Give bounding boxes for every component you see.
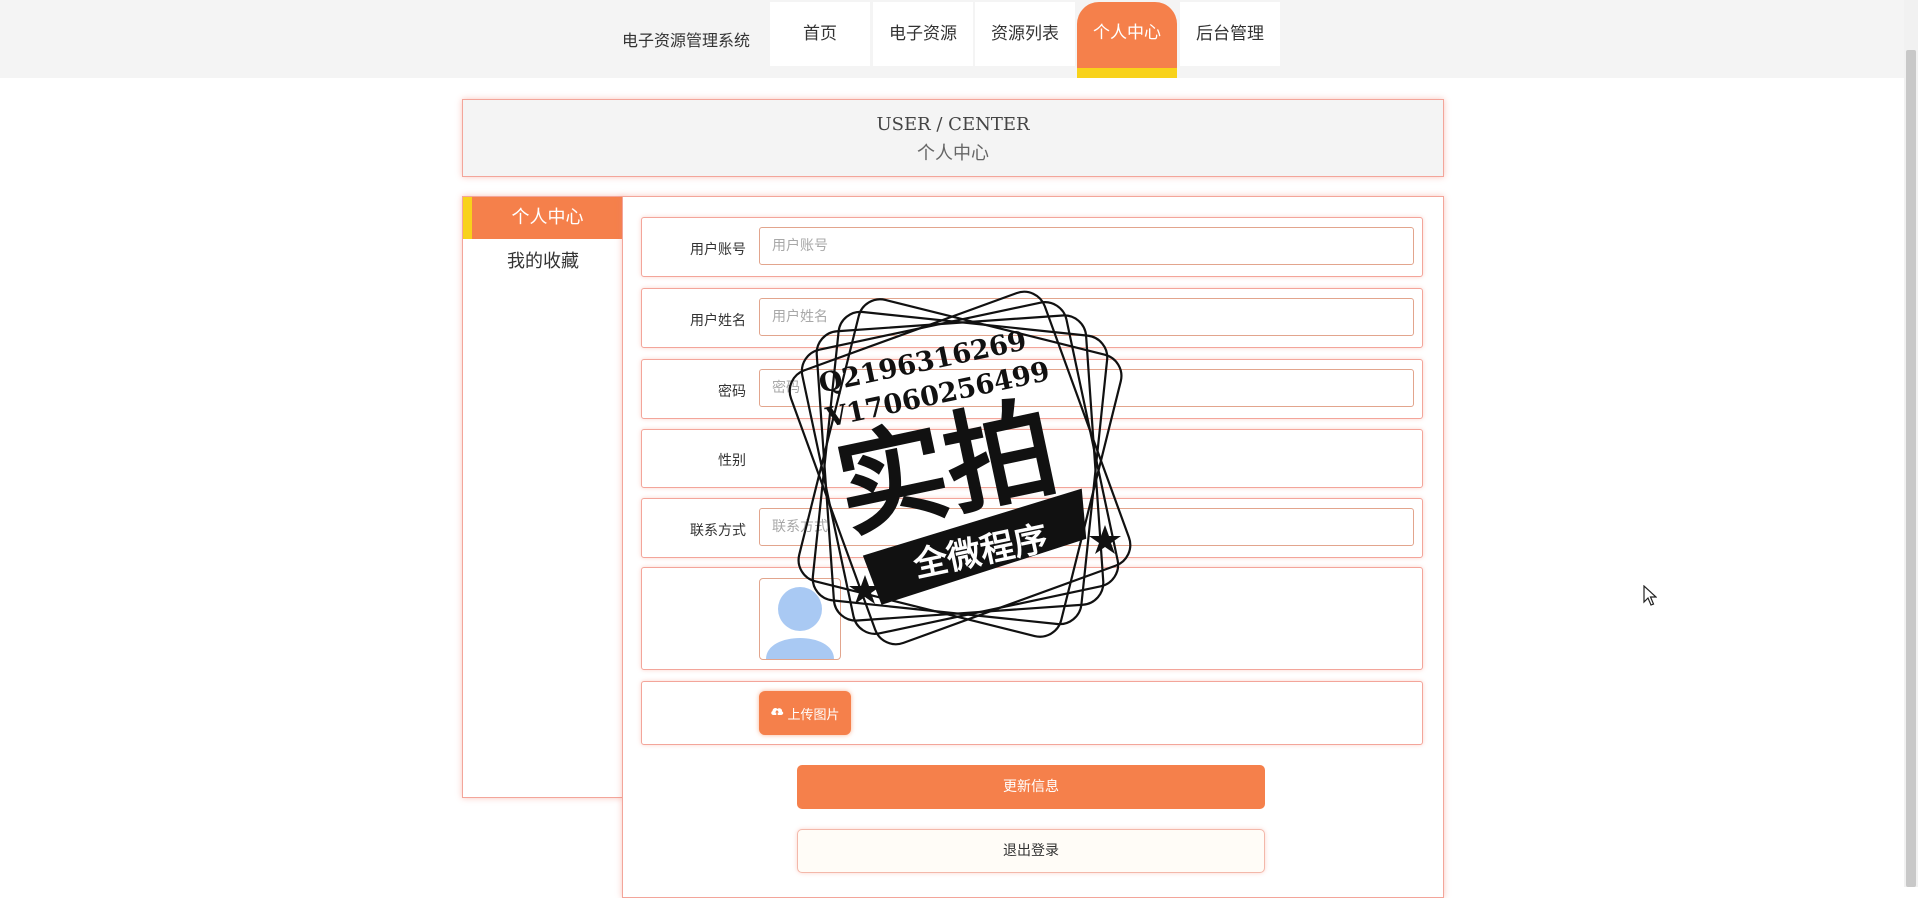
page-header: USER / CENTER 个人中心: [462, 99, 1444, 177]
form-row-contact: 联系方式: [641, 498, 1423, 558]
nav-user-center[interactable]: 个人中心: [1077, 2, 1177, 78]
nav-admin[interactable]: 后台管理: [1180, 2, 1280, 66]
cloud-upload-icon: [770, 705, 784, 721]
side-menu: 个人中心 我的收藏: [462, 196, 624, 798]
sidebar-item-user-center[interactable]: 个人中心: [463, 197, 623, 239]
avatar-preview[interactable]: [759, 578, 841, 660]
page-title-en: USER / CENTER: [876, 114, 1030, 135]
form-row-avatar: [641, 567, 1423, 670]
form-row-account: 用户账号: [641, 217, 1423, 277]
logout-button[interactable]: 退出登录: [797, 829, 1265, 873]
account-input[interactable]: [759, 227, 1414, 265]
gender-select[interactable]: [759, 438, 1414, 478]
contact-label: 联系方式: [690, 523, 746, 539]
gender-label: 性别: [718, 453, 746, 469]
site-title: 电子资源管理系统: [622, 31, 751, 50]
nav-e-resources[interactable]: 电子资源: [873, 2, 973, 66]
form-row-name: 用户姓名: [641, 288, 1423, 348]
contact-input[interactable]: [759, 508, 1414, 546]
avatar-placeholder-icon: [766, 587, 834, 659]
page-title-cn: 个人中心: [917, 143, 989, 164]
upload-image-label: 上传图片: [787, 707, 840, 723]
nav-home[interactable]: 首页: [770, 2, 870, 66]
nav-resource-list[interactable]: 资源列表: [975, 2, 1075, 66]
upload-image-button[interactable]: 上传图片: [759, 691, 851, 735]
sidebar-item-favorites[interactable]: 我的收藏: [463, 241, 623, 283]
form-row-upload: 上传图片: [641, 681, 1423, 745]
update-info-button[interactable]: 更新信息: [797, 765, 1265, 809]
scrollbar-thumb[interactable]: [1906, 50, 1916, 887]
password-label: 密码: [718, 384, 746, 400]
form-row-password: 密码: [641, 359, 1423, 419]
page-scrollbar[interactable]: [1904, 0, 1918, 887]
name-label: 用户姓名: [690, 313, 746, 329]
name-input[interactable]: [759, 298, 1414, 336]
mouse-cursor-icon: [1643, 585, 1657, 606]
password-input[interactable]: [759, 369, 1414, 407]
form-row-gender: 性别: [641, 429, 1423, 488]
top-nav-bar: 电子资源管理系统 首页 电子资源 资源列表 个人中心 后台管理: [0, 0, 1904, 78]
account-label: 用户账号: [690, 242, 746, 258]
